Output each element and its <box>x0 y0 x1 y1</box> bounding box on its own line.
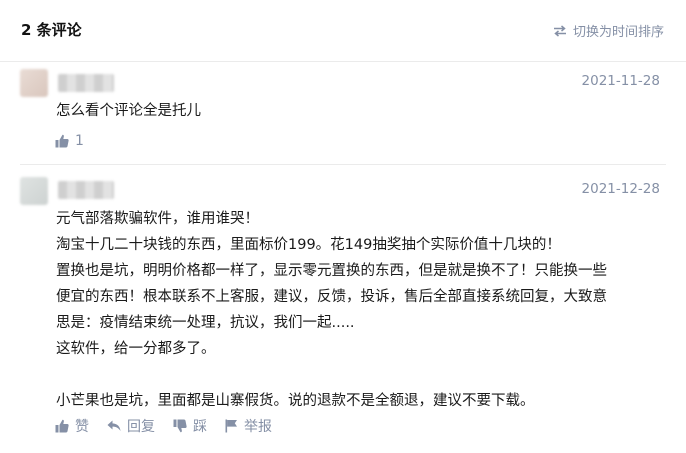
reply-label: 回复 <box>127 419 155 435</box>
comments-header: 2 条评论 切换为时间排序 <box>0 0 686 62</box>
swap-arrows-icon <box>553 24 566 37</box>
comment-content: 怎么看个评论全是托儿 <box>56 98 666 124</box>
comment-line: 这软件，给一分都多了。 <box>56 341 216 357</box>
comment-content: 元气部落欺骗软件，谁用谁哭！ 淘宝十几二十块钱的东西，里面标价199。花149抽… <box>56 206 666 414</box>
comment-item: 2021-12-28 元气部落欺骗软件，谁用谁哭！ 淘宝十几二十块钱的东西，里面… <box>0 165 686 453</box>
blurred-username[interactable] <box>58 74 114 92</box>
flag-icon <box>225 419 237 433</box>
comment-line: 元气部落欺骗软件，谁用谁哭！ <box>56 211 259 227</box>
report-button[interactable]: 举报 <box>225 416 272 436</box>
reply-arrow-icon <box>107 420 121 431</box>
like-button[interactable]: 赞 <box>55 416 89 436</box>
comment-line: 淘宝十几二十块钱的东西，里面标价199。花149抽奖抽个实际价值十几块的！ <box>56 237 561 253</box>
comment-date: 2021-11-28 <box>581 73 660 89</box>
avatar[interactable] <box>20 69 48 97</box>
sort-toggle-label: 切换为时间排序 <box>572 25 664 40</box>
comment-actions: 赞 回复 踩 举报 <box>55 416 290 436</box>
comment-item: 2021-11-28 怎么看个评论全是托儿 1 <box>0 62 686 164</box>
like-count: 1 <box>75 133 84 149</box>
comment-line: 思是：疫情结束统一处理，抗议，我们一起..... <box>56 315 355 331</box>
comment-line: 小芒果也是坑，里面都是山寨假货。说的退款不是全额退，建议不要下载。 <box>56 393 535 409</box>
comment-date: 2021-12-28 <box>581 181 660 197</box>
avatar[interactable] <box>20 177 48 205</box>
like-label: 赞 <box>75 419 89 435</box>
comment-line: 便宜的东西！根本联系不上客服，建议，反馈，投诉，售后全部直接系统回复，大致意 <box>56 289 607 305</box>
thumbs-up-icon <box>55 419 69 433</box>
thumbs-down-icon <box>173 419 187 433</box>
like-button[interactable]: 1 <box>55 133 84 149</box>
sort-toggle-button[interactable]: 切换为时间排序 <box>553 21 664 40</box>
comment-actions: 1 <box>55 133 102 149</box>
dislike-button[interactable]: 踩 <box>173 416 207 436</box>
comment-line: 怎么看个评论全是托儿 <box>56 103 201 119</box>
report-label: 举报 <box>244 419 272 435</box>
thumbs-up-icon <box>55 134 69 148</box>
comment-count-title: 2 条评论 <box>21 21 82 39</box>
comment-line: 置换也是坑，明明价格都一样了，显示零元置换的东西，但是就是换不了！只能换一些 <box>56 263 607 279</box>
reply-button[interactable]: 回复 <box>107 416 155 436</box>
blurred-username[interactable] <box>58 181 114 199</box>
dislike-label: 踩 <box>193 419 207 435</box>
